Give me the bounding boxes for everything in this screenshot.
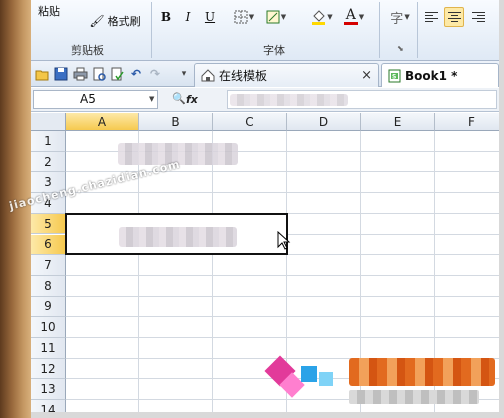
grid-line <box>66 192 499 194</box>
formula-input[interactable] <box>227 90 497 109</box>
column-header-e[interactable]: E <box>361 113 435 131</box>
align-right-icon <box>471 12 485 22</box>
chevron-down-icon: ▼ <box>248 13 255 21</box>
phonetic-icon: 字 <box>390 11 404 27</box>
column-header-f[interactable]: F <box>435 113 499 131</box>
row-header-2[interactable]: 2 <box>31 151 66 173</box>
bold-button[interactable]: B <box>157 7 175 27</box>
save-icon[interactable] <box>53 66 69 82</box>
print-icon[interactable] <box>72 66 88 82</box>
column-header-a[interactable]: A <box>66 113 139 131</box>
group-divider <box>151 2 152 58</box>
cell-style-button[interactable]: ▼ <box>261 7 291 27</box>
chevron-down-icon: ▼ <box>404 13 410 21</box>
chevron-down-icon: ▼ <box>327 13 333 21</box>
print-preview-icon[interactable] <box>91 66 107 82</box>
row-header-13[interactable]: 13 <box>31 379 66 401</box>
window-edge <box>499 0 504 418</box>
quick-access-toolbar: ↶ ↷ ▾ 在线模板 × S Book1 * <box>31 61 499 87</box>
font-color-button[interactable]: A ▼ <box>339 7 369 27</box>
formula-bar: A5 ▼ 🔍 fx <box>31 88 499 112</box>
phonetic-button[interactable]: 字 ▼ <box>385 7 415 27</box>
row-header-11[interactable]: 11 <box>31 338 66 359</box>
spreadsheet-file-icon: S <box>388 69 401 82</box>
row-header-12[interactable]: 12 <box>31 358 66 380</box>
row-header-5[interactable]: 5 <box>31 213 66 235</box>
column-header-b[interactable]: B <box>139 113 213 131</box>
app-window: 粘贴 🖌 格式刷 剪贴板 B I U ▼ ▼ ▼ A ▼ 字体 ⬊ 字 ▼ ↶ … <box>0 0 504 418</box>
chevron-down-icon[interactable]: ▼ <box>149 95 154 103</box>
group-divider <box>417 2 418 58</box>
redacted-cell-content <box>119 226 237 247</box>
clipboard-group-label: 剪贴板 <box>71 44 104 57</box>
tab-label: 在线模板 <box>219 69 268 83</box>
row-header-8[interactable]: 8 <box>31 275 66 297</box>
chevron-down-icon: ▼ <box>358 13 365 21</box>
align-left-button[interactable] <box>421 7 441 27</box>
grid-line <box>66 337 499 338</box>
column-header-c[interactable]: C <box>213 113 287 131</box>
open-folder-icon[interactable] <box>34 66 50 82</box>
spell-check-icon[interactable] <box>109 66 125 82</box>
row-header-14[interactable]: 14 <box>31 400 66 412</box>
font-group-label: 字体 <box>263 44 285 57</box>
merged-cell-selection[interactable] <box>65 212 288 256</box>
customize-toolbar-icon[interactable]: ▾ <box>176 66 192 82</box>
font-color-glyph: A <box>345 7 356 23</box>
align-center-button[interactable] <box>444 7 464 27</box>
paste-label: 粘贴 <box>38 5 60 18</box>
paste-button[interactable]: 粘贴 <box>35 1 63 21</box>
row-header-1[interactable]: 1 <box>31 131 66 152</box>
tab-book1[interactable]: S Book1 * <box>381 63 499 87</box>
row-header-6[interactable]: 6 <box>31 234 66 256</box>
row-header-9[interactable]: 9 <box>31 296 66 318</box>
underline-button[interactable]: U <box>201 7 219 27</box>
row-header-10[interactable]: 10 <box>31 317 66 338</box>
ribbon: 粘贴 🖌 格式刷 剪贴板 B I U ▼ ▼ ▼ A ▼ 字体 ⬊ 字 ▼ <box>31 0 499 61</box>
undo-icon[interactable]: ↶ <box>128 66 144 82</box>
paint-bucket-icon <box>312 9 326 25</box>
dialog-launcher-icon[interactable]: ⬊ <box>397 44 404 53</box>
align-right-button[interactable] <box>468 7 488 27</box>
group-divider <box>379 2 380 58</box>
font-color-swatch <box>343 22 358 25</box>
format-painter-button[interactable]: 🖌 格式刷 <box>83 11 147 31</box>
grid-line <box>66 274 499 276</box>
redacted-content <box>230 94 348 106</box>
brush-icon: 🖌 <box>89 14 105 28</box>
mouse-cursor-icon <box>277 230 291 250</box>
grid-line <box>66 316 499 318</box>
grid-line <box>212 131 213 412</box>
insert-function-button[interactable]: fx <box>186 93 198 106</box>
home-icon <box>201 69 215 82</box>
svg-text:S: S <box>392 73 396 80</box>
borders-icon <box>234 10 248 24</box>
fill-color-button[interactable]: ▼ <box>307 7 337 27</box>
zoom-function-icon[interactable]: 🔍 <box>172 92 186 105</box>
align-left-icon <box>424 12 438 22</box>
grid-line <box>66 295 499 297</box>
redo-icon[interactable]: ↷ <box>147 66 163 82</box>
select-all-corner[interactable] <box>31 113 66 131</box>
column-header-d[interactable]: D <box>287 113 361 131</box>
borders-button[interactable]: ▼ <box>229 7 259 27</box>
tab-online-templates[interactable]: 在线模板 × <box>194 63 379 87</box>
name-box[interactable]: A5 <box>33 90 158 109</box>
table-style-icon <box>266 10 280 24</box>
tab-label: Book1 * <box>405 68 458 83</box>
format-painter-label: 格式刷 <box>107 15 141 28</box>
align-center-icon <box>447 12 461 22</box>
close-icon[interactable]: × <box>361 68 372 83</box>
window-edge <box>31 412 504 418</box>
row-header-7[interactable]: 7 <box>31 255 66 276</box>
italic-button[interactable]: I <box>179 7 197 27</box>
chevron-down-icon: ▼ <box>280 13 287 21</box>
site-logo <box>264 352 499 410</box>
